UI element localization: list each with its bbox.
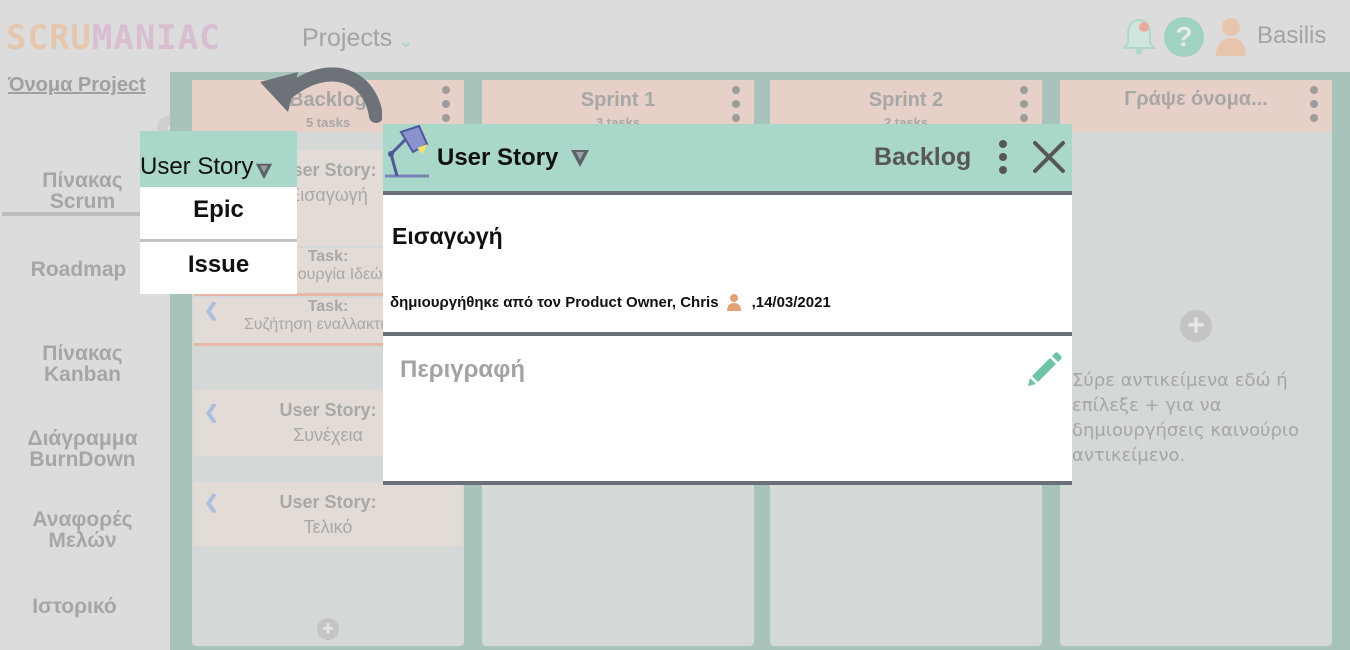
selected-type-label: User Story	[140, 153, 254, 180]
modal-type-selector[interactable]: User Story	[437, 144, 590, 172]
sidebar-item-label: Αναφορές	[32, 508, 133, 531]
sidebar-item-burndown[interactable]: Διάγραμμα BurnDown	[0, 428, 165, 470]
user-icon	[726, 294, 741, 311]
lamp-icon	[385, 124, 429, 178]
modal-sprint-label[interactable]: Backlog	[874, 143, 971, 172]
username[interactable]: Basilis	[1257, 22, 1326, 50]
sidebar-item-label: Kanban	[43, 363, 121, 386]
column-header: Γράψε όνομα...	[1060, 80, 1332, 132]
item-detail-modal: User Story Backlog Εισαγωγή δημιουργήθηκ…	[383, 124, 1072, 485]
logo[interactable]: SCRUMANIAC	[6, 18, 221, 58]
sidebar-item-label: BurnDown	[29, 448, 136, 471]
column-name-input[interactable]: Γράψε όνομα...	[1060, 88, 1332, 111]
sidebar-item-roadmap[interactable]: Roadmap	[0, 259, 161, 280]
created-date: ,14/03/2021	[751, 293, 831, 311]
sidebar-item-label: Διάγραμμα	[27, 427, 138, 450]
divider	[383, 332, 1072, 336]
drop-hint-text: Σύρε αντικείμενα εδώ ή επίλεξε + για να …	[1072, 370, 1299, 466]
modal-type-label: User Story	[437, 144, 559, 171]
column-menu-icon[interactable]	[732, 86, 740, 128]
close-icon[interactable]	[1032, 140, 1066, 174]
projects-label: Projects	[302, 24, 393, 52]
sidebar-item-label: Roadmap	[30, 258, 127, 281]
type-dropdown-selected[interactable]: User Story	[140, 131, 297, 187]
created-by-text: δημιουργήθηκε από τον Product Owner, Chr…	[390, 293, 719, 311]
story-link-icon: ❮	[204, 492, 220, 512]
user-avatar-icon[interactable]	[1214, 16, 1248, 56]
column-menu-icon[interactable]	[442, 86, 450, 128]
type-dropdown[interactable]: User Story Epic Issue	[140, 131, 297, 294]
chevron-down-icon	[571, 150, 590, 167]
item-meta: δημιουργήθηκε από τον Product Owner, Chr…	[390, 293, 831, 311]
divider	[383, 481, 1072, 485]
column-title: Sprint 2	[868, 89, 944, 111]
description-label: Περιγραφή	[400, 356, 526, 383]
sidebar-item-kanban-board[interactable]: Πίνακας Kanban	[0, 343, 165, 385]
type-option-epic[interactable]: Epic	[140, 187, 297, 239]
curved-arrow-icon	[260, 67, 382, 123]
sidebar-item-label: Πίνακας	[42, 169, 123, 192]
story-link-icon: ❮	[204, 300, 220, 320]
divider	[383, 191, 1072, 195]
pencil-icon[interactable]	[1026, 350, 1062, 386]
bell-icon[interactable]	[1122, 16, 1156, 56]
story-card[interactable]: ❮ User Story: Τελικό	[194, 482, 462, 546]
chevron-down-icon: ⌄	[398, 31, 414, 51]
logo-part-2: MANIAC	[91, 18, 221, 58]
card-type: User Story:	[279, 492, 377, 512]
sidebar-item-history[interactable]: Ιστορικό	[0, 596, 157, 617]
type-option-issue[interactable]: Issue	[140, 242, 297, 294]
column-menu-icon[interactable]	[1310, 86, 1318, 128]
column-menu-icon[interactable]	[1020, 86, 1028, 128]
project-name-link[interactable]: Όνομα Project	[8, 74, 146, 97]
story-link-icon: ❮	[204, 402, 220, 422]
help-icon[interactable]: ?	[1164, 17, 1204, 57]
add-item-button[interactable]: +	[317, 618, 339, 640]
card-name: Τελικό	[303, 517, 353, 537]
item-title[interactable]: Εισαγωγή	[392, 223, 503, 250]
modal-header: User Story Backlog	[383, 124, 1072, 191]
chevron-down-icon	[256, 163, 273, 180]
modal-menu-icon[interactable]	[999, 140, 1007, 179]
add-item-button[interactable]: +	[1180, 310, 1212, 342]
top-bar: SCRUMANIAC Projects ⌄ ? Basilis	[0, 0, 1350, 72]
sidebar-item-label: Scrum	[49, 190, 116, 213]
projects-menu[interactable]: Projects ⌄	[302, 24, 413, 53]
sidebar-item-label: Πίνακας	[42, 342, 123, 365]
column-title: Sprint 1	[580, 89, 656, 111]
column-new: Γράψε όνομα... + Σύρε αντικείμενα εδώ ή …	[1060, 80, 1332, 646]
logo-part-1: SCRU	[6, 18, 92, 58]
sidebar-item-label: Μελών	[48, 529, 117, 552]
sidebar-item-member-reports[interactable]: Αναφορές Μελών	[0, 509, 165, 551]
sidebar-item-label: Ιστορικό	[32, 595, 117, 618]
